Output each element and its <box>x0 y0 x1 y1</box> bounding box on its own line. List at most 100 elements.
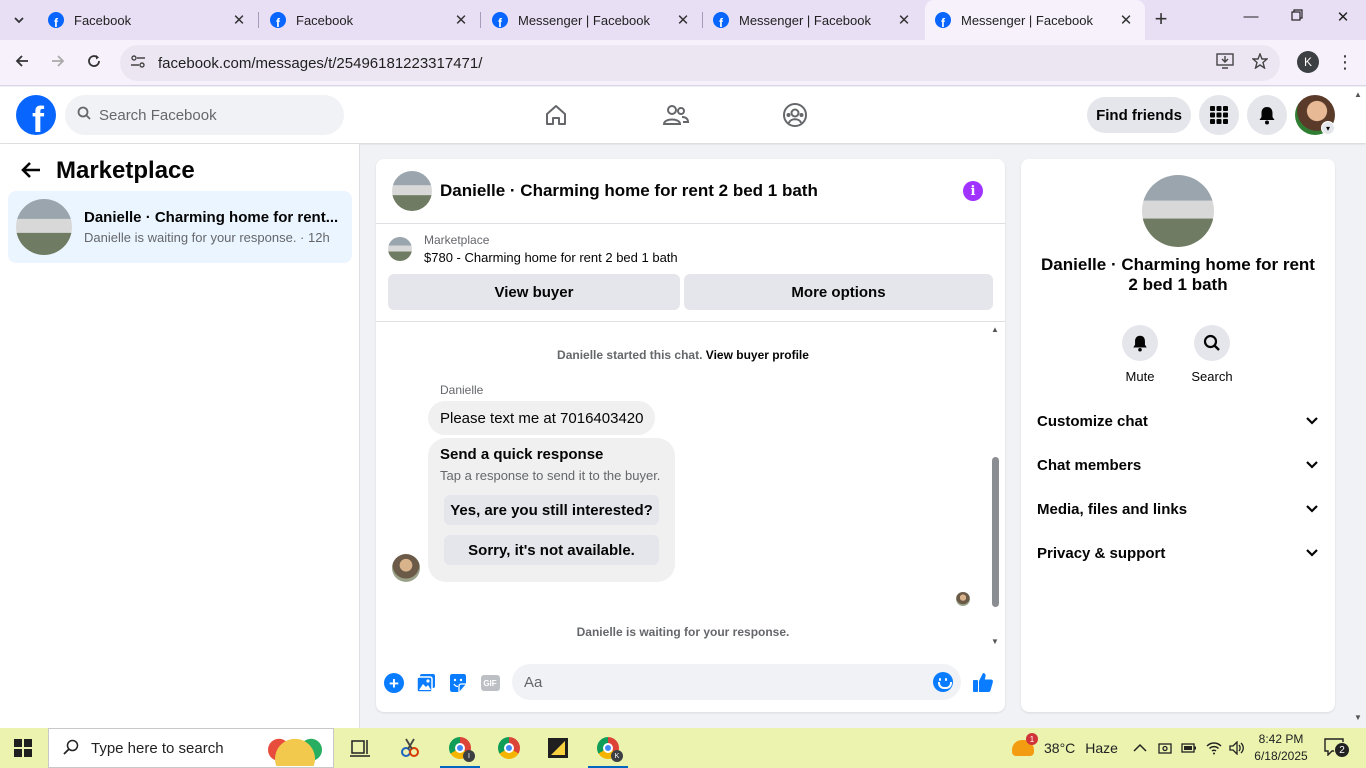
chat-members-section[interactable]: Chat members <box>1021 445 1335 485</box>
close-window-button[interactable]: ✕ <box>1333 8 1353 26</box>
tab-title: Messenger | Facebook <box>518 12 650 28</box>
weather-widget[interactable]: 1 38°C Haze <box>1012 728 1118 768</box>
message-bubble[interactable]: Please text me at 7016403420 <box>428 401 656 435</box>
sticker-button[interactable] <box>448 673 468 693</box>
windows-start-icon[interactable] <box>14 739 32 757</box>
back-button[interactable] <box>11 52 33 74</box>
notifications-button[interactable] <box>1247 95 1287 135</box>
customize-chat-section[interactable]: Customize chat <box>1021 401 1335 441</box>
thumbs-up-icon <box>973 673 993 692</box>
new-tab-button[interactable]: + <box>1150 8 1172 30</box>
conversation-item[interactable]: Danielle · Charming home for rent... Dan… <box>8 191 352 263</box>
scroll-down-arrow-icon[interactable]: ▼ <box>991 637 999 646</box>
volume-icon[interactable] <box>1229 728 1245 768</box>
task-view-icon[interactable] <box>348 736 372 760</box>
message-input[interactable] <box>524 673 904 691</box>
show-hidden-icons[interactable] <box>1133 728 1147 768</box>
info-icon[interactable]: i <box>963 181 983 201</box>
browser-tab-1[interactable]: f Facebook ✕ <box>38 0 258 40</box>
attach-media-button[interactable] <box>416 673 436 693</box>
browser-menu-icon[interactable]: ⋮ <box>1336 52 1354 73</box>
facebook-search[interactable] <box>65 95 344 135</box>
address-bar[interactable]: facebook.com/messages/t/2549618122331747… <box>120 45 1280 81</box>
browser-tab-3[interactable]: f Messenger | Facebook ✕ <box>482 0 702 40</box>
chrome-badge-i: I <box>463 750 475 762</box>
message-input-box[interactable] <box>512 664 961 700</box>
browser-tab-2[interactable]: f Facebook ✕ <box>260 0 480 40</box>
chrome-icon[interactable] <box>497 736 521 760</box>
reload-button[interactable] <box>83 52 105 74</box>
friends-nav-button[interactable] <box>659 99 693 131</box>
minimize-button[interactable]: — <box>1241 8 1261 25</box>
menu-grid-button[interactable] <box>1199 95 1239 135</box>
more-options-button[interactable]: More options <box>684 274 993 310</box>
url-text[interactable]: facebook.com/messages/t/2549618122331747… <box>158 55 1216 72</box>
listing-thumbnail <box>16 199 72 255</box>
gif-button[interactable]: GIF <box>480 673 500 693</box>
close-tab-icon[interactable]: ✕ <box>1117 11 1135 29</box>
emoji-icon[interactable] <box>933 672 953 692</box>
chat-thumbnail[interactable] <box>392 171 432 211</box>
snipping-tool-icon[interactable] <box>398 736 422 760</box>
scroll-up-arrow-icon[interactable]: ▲ <box>991 325 999 334</box>
quick-response-option[interactable]: Sorry, it's not available. <box>444 535 659 565</box>
scrollbar-thumb[interactable] <box>992 457 999 607</box>
battery-icon[interactable] <box>1181 728 1197 768</box>
waiting-notice: Danielle is waiting for your response. <box>576 625 790 639</box>
account-chevron-icon[interactable]: ▾ <box>1321 121 1335 135</box>
site-info-icon[interactable] <box>130 54 148 72</box>
wifi-icon[interactable] <box>1206 728 1222 768</box>
tab-search-button[interactable] <box>6 7 32 33</box>
close-tab-icon[interactable]: ✕ <box>674 11 692 29</box>
close-tab-icon[interactable]: ✕ <box>452 11 470 29</box>
find-friends-button[interactable]: Find friends <box>1087 97 1191 133</box>
close-tab-icon[interactable]: ✕ <box>895 11 913 29</box>
forward-button[interactable] <box>47 52 69 74</box>
chat-header: Danielle · Charming home for rent 2 bed … <box>376 159 1005 224</box>
close-tab-icon[interactable]: ✕ <box>230 11 248 29</box>
chat-started-notice: Danielle started this chat. View buyer p… <box>376 348 990 362</box>
mute-button[interactable]: Mute <box>1110 325 1170 384</box>
groups-nav-button[interactable] <box>778 99 812 131</box>
marketplace-listing-row[interactable]: Marketplace $780 - Charming home for ren… <box>388 233 678 265</box>
home-nav-button[interactable] <box>539 99 573 131</box>
bookmark-star-icon[interactable] <box>1251 51 1269 74</box>
quick-response-card: Send a quick response Tap a response to … <box>428 438 675 582</box>
plus-circle-icon: + <box>384 673 404 693</box>
view-buyer-profile-link[interactable]: View buyer profile <box>706 348 809 362</box>
sticker-icon <box>450 674 466 692</box>
meet-now-icon[interactable] <box>1158 728 1172 768</box>
restore-button[interactable] <box>1287 8 1307 25</box>
view-buyer-button[interactable]: View buyer <box>388 274 680 310</box>
quick-response-option[interactable]: Yes, are you still interested? <box>444 495 659 525</box>
quick-response-title: Send a quick response <box>440 446 604 463</box>
taskbar-clock[interactable]: 8:42 PM 6/18/2025 <box>1248 731 1314 765</box>
like-button[interactable] <box>972 671 994 693</box>
search-in-conversation-button[interactable]: Search <box>1182 325 1242 384</box>
search-label: Search <box>1191 369 1233 384</box>
page-scroll-up-icon[interactable]: ▲ <box>1354 90 1362 99</box>
section-label: Privacy & support <box>1037 544 1166 562</box>
notification-center-button[interactable]: 2 <box>1324 738 1352 758</box>
info-thumbnail[interactable] <box>1142 175 1214 247</box>
more-actions-button[interactable]: + <box>384 673 404 693</box>
page-scroll-down-icon[interactable]: ▼ <box>1354 713 1362 722</box>
sticky-notes-icon[interactable] <box>546 736 570 760</box>
chrome-profile-i-icon[interactable]: I <box>448 736 475 762</box>
install-app-icon[interactable] <box>1216 52 1234 74</box>
tab-separator <box>258 12 259 28</box>
media-files-links-section[interactable]: Media, files and links <box>1021 489 1335 529</box>
chat-title[interactable]: Danielle · Charming home for rent 2 bed … <box>440 181 818 201</box>
privacy-support-section[interactable]: Privacy & support <box>1021 533 1335 573</box>
browser-tab-5-active[interactable]: f Messenger | Facebook ✕ <box>925 0 1145 40</box>
sender-avatar[interactable] <box>392 554 420 582</box>
facebook-search-input[interactable] <box>99 106 319 124</box>
chrome-profile-k-icon[interactable]: K <box>596 736 623 762</box>
section-label: Media, files and links <box>1037 500 1188 518</box>
facebook-logo-icon[interactable]: f <box>16 95 56 135</box>
browser-tab-4[interactable]: f Messenger | Facebook ✕ <box>703 0 923 40</box>
conversation-name: Danielle · Charming home for rent... <box>84 209 339 226</box>
browser-profile-avatar[interactable]: K <box>1297 51 1319 73</box>
back-arrow-icon[interactable] <box>20 160 42 186</box>
chat-scrollbar[interactable]: ▲ ▼ <box>990 325 1000 647</box>
